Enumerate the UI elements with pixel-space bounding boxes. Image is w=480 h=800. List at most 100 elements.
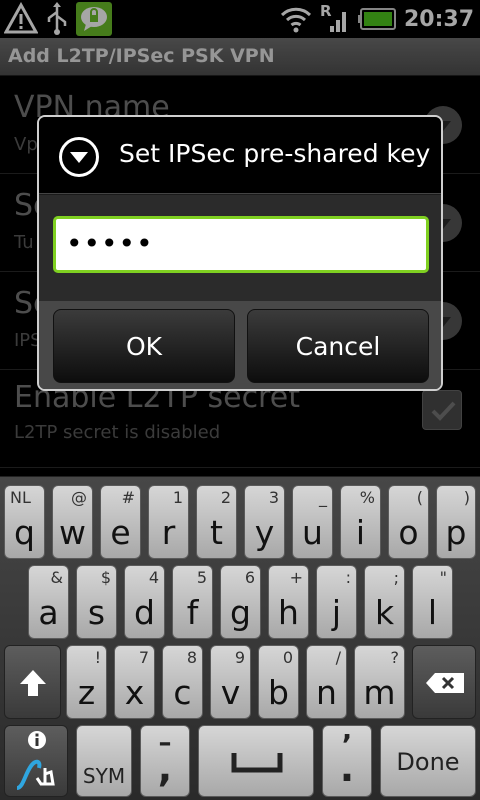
key-v[interactable]: 9v [210, 645, 251, 719]
key-hint: _ [319, 488, 327, 507]
backspace-key[interactable] [412, 645, 476, 719]
key-label: o [398, 513, 419, 552]
shift-arrow-icon [18, 668, 48, 698]
key-label: e [110, 513, 131, 552]
key-x[interactable]: 7x [114, 645, 155, 719]
key-hint: 7 [138, 648, 149, 667]
key-hint: @ [71, 488, 87, 507]
ok-button[interactable]: OK [53, 309, 235, 383]
key-label: j [331, 593, 342, 632]
preshared-key-dialog: Set IPSec pre-shared key ••••• OK Cancel [37, 115, 443, 391]
key-hint: 2 [220, 488, 231, 507]
key-hint: ) [463, 488, 470, 507]
key-hint: 1 [172, 488, 183, 507]
done-label: Done [396, 748, 460, 776]
key-hint: 0 [282, 648, 293, 667]
key-l[interactable]: " l [412, 565, 453, 639]
key-label: k [374, 593, 395, 632]
key-label: s [87, 593, 106, 632]
key-label: x [124, 673, 145, 712]
space-bar-icon [231, 750, 283, 776]
key-label: z [77, 673, 96, 712]
key-label: b [268, 673, 289, 712]
key-t[interactable]: 2t [196, 485, 237, 559]
sym-label: SYM [82, 764, 126, 788]
key-label: w [59, 513, 86, 552]
dialog-title: Set IPSec pre-shared key [119, 139, 431, 168]
key-label: h [278, 593, 299, 632]
space-key[interactable] [198, 725, 314, 797]
key-hint: 4 [148, 568, 159, 587]
key-q[interactable]: NL q [4, 485, 45, 559]
key-label: r [161, 513, 176, 552]
key-hint: NL [10, 488, 31, 507]
dialog-dropdown-icon [59, 137, 99, 177]
key-n[interactable]: / n [306, 645, 347, 719]
key-hint: $ [100, 568, 111, 587]
key-label: y [254, 513, 275, 552]
key-label: u [302, 513, 323, 552]
key-label: q [14, 513, 35, 552]
key-s[interactable]: $ s [76, 565, 117, 639]
key-label: v [220, 673, 241, 712]
dialog-header: Set IPSec pre-shared key [39, 117, 441, 194]
backspace-icon [425, 672, 465, 694]
key-label: m [363, 673, 396, 712]
sym-key[interactable]: SYM [76, 725, 132, 797]
key-hint: 6 [244, 568, 255, 587]
key-m[interactable]: ? m [354, 645, 405, 719]
key-hint: : [345, 568, 351, 587]
shift-key[interactable] [4, 645, 61, 719]
key-hint: / [335, 648, 341, 667]
done-key[interactable]: Done [380, 725, 476, 797]
key-hint: % [359, 488, 375, 507]
key-label: g [230, 593, 251, 632]
period-label: . [339, 746, 355, 790]
key-hint: 9 [234, 648, 245, 667]
input-options-key[interactable] [4, 725, 68, 797]
key-label: n [316, 673, 337, 712]
key-hint: & [50, 568, 63, 587]
key-hint: + [289, 568, 303, 587]
key-k[interactable]: ; k [364, 565, 405, 639]
key-label: i [355, 513, 366, 552]
cancel-button[interactable]: Cancel [247, 309, 429, 383]
key-e[interactable]: # e [100, 485, 141, 559]
preshared-key-input[interactable]: ••••• [53, 216, 429, 273]
key-w[interactable]: @ w [52, 485, 93, 559]
key-c[interactable]: 8c [162, 645, 203, 719]
key-hint: ( [416, 488, 423, 507]
key-label: f [186, 593, 199, 632]
key-j[interactable]: :j [316, 565, 357, 639]
key-label: c [173, 673, 192, 712]
swype-hand-icon [15, 754, 59, 792]
key-hint: 8 [186, 648, 197, 667]
comma-label: , [157, 746, 173, 790]
comma-key[interactable]: – , [140, 725, 190, 797]
key-i[interactable]: % i [340, 485, 381, 559]
key-hint: 5 [196, 568, 207, 587]
key-hint: 3 [268, 488, 279, 507]
key-d[interactable]: 4d [124, 565, 165, 639]
key-label: p [445, 513, 467, 552]
key-hint: ? [390, 648, 400, 667]
key-label: a [38, 593, 59, 632]
key-p[interactable]: ) p [436, 485, 476, 559]
key-f[interactable]: 5f [172, 565, 213, 639]
key-h[interactable]: + h [268, 565, 309, 639]
dialog-buttons: OK Cancel [39, 301, 441, 389]
key-r[interactable]: 1r [148, 485, 189, 559]
dialog-body: ••••• [39, 195, 441, 301]
key-g[interactable]: 6g [220, 565, 261, 639]
soft-keyboard: NL q @ w # e 1r 2t 3y _ u % i (o ) p & a $ s 4d … [0, 476, 480, 800]
key-b[interactable]: 0b [258, 645, 299, 719]
key-y[interactable]: 3y [244, 485, 285, 559]
info-icon [27, 730, 47, 750]
key-hint: " [439, 568, 447, 587]
key-a[interactable]: & a [28, 565, 69, 639]
key-label: l [427, 593, 438, 632]
key-o[interactable]: (o [388, 485, 429, 559]
key-u[interactable]: _ u [292, 485, 333, 559]
key-z[interactable]: ! z [66, 645, 107, 719]
period-key[interactable]: ’ . [322, 725, 372, 797]
